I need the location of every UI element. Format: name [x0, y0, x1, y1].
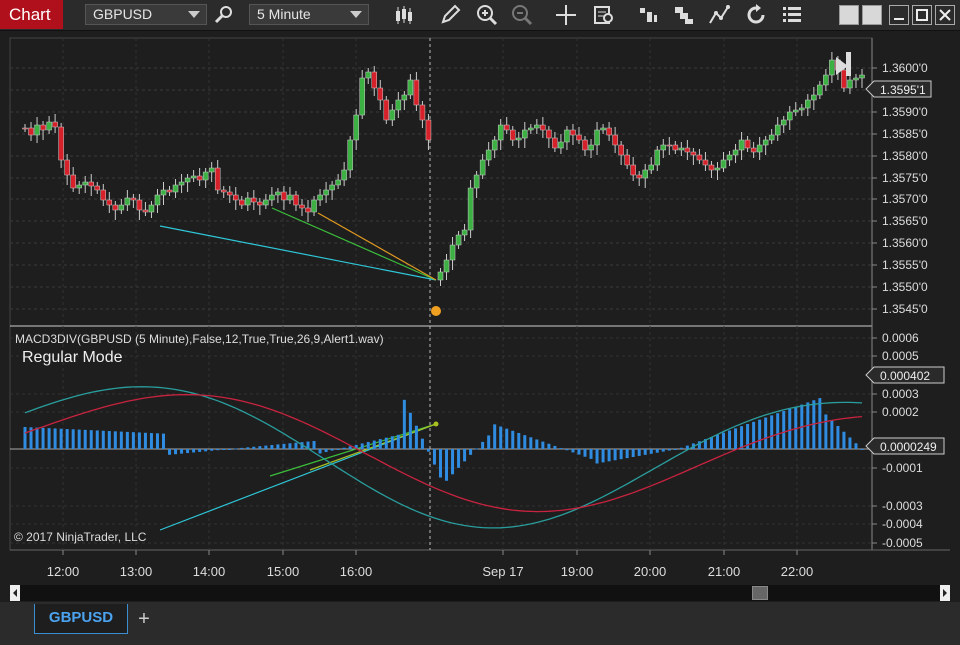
scroll-thumb[interactable] [752, 586, 768, 600]
macd-value-marker: 0.000402 [865, 366, 945, 384]
price-axis: 1.3600'01.3595'01.3590'01.3585'01.3580'0… [872, 61, 928, 316]
indicator-tick-label: 0.0005 [882, 349, 919, 363]
time-tick-label: 22:00 [781, 564, 814, 579]
time-tick-label: 15:00 [267, 564, 300, 579]
horizontal-scrollbar[interactable] [10, 585, 950, 601]
indicator-tick-label: 0.0002 [882, 405, 919, 419]
chart-area[interactable]: 1.3600'01.3595'01.3590'01.3585'01.3580'0… [0, 0, 960, 585]
time-tick-label: Sep 17 [482, 564, 523, 579]
indicator-tick-label: 0.0006 [882, 331, 919, 345]
arrow-right-icon [943, 589, 947, 597]
hist-value: 0.0000249 [880, 440, 937, 454]
indicator-tick-label: -0.0003 [882, 499, 923, 513]
indicator-tick-label: -0.0001 [882, 461, 923, 475]
time-tick-label: 12:00 [47, 564, 80, 579]
price-tick-label: 1.3600'0 [882, 61, 928, 75]
price-tick-label: 1.3575'0 [882, 171, 928, 185]
hist-value-marker: 0.0000249 [865, 437, 945, 455]
time-tick-label: 21:00 [708, 564, 741, 579]
price-tick-label: 1.3545'0 [882, 302, 928, 316]
price-tick-label: 1.3585'0 [882, 127, 928, 141]
time-tick-label: 19:00 [561, 564, 594, 579]
scroll-left-button[interactable] [10, 585, 20, 601]
last-price-marker: 1.3595'1 [865, 80, 932, 98]
arrow-left-icon [13, 589, 17, 597]
add-tab-button[interactable]: + [132, 607, 156, 631]
price-tick-label: 1.3550'0 [882, 280, 928, 294]
indicator-tick-label: -0.0005 [882, 536, 923, 550]
scroll-right-button[interactable] [940, 585, 950, 601]
tab-gbpusd[interactable]: GBPUSD [34, 604, 128, 634]
indicator-tick-label: -0.0004 [882, 517, 923, 531]
time-tick-label: 14:00 [193, 564, 226, 579]
mode-label: Regular Mode [22, 349, 123, 366]
last-price: 1.3595'1 [880, 83, 926, 97]
time-tick-label: 20:00 [634, 564, 667, 579]
alert-dot [431, 306, 441, 316]
macd-value: 0.000402 [880, 369, 930, 383]
price-tick-label: 1.3580'0 [882, 149, 928, 163]
price-tick-label: 1.3555'0 [882, 258, 928, 272]
copyright: © 2017 NinjaTrader, LLC [14, 530, 147, 544]
time-axis: 12:00 13:00 14:00 15:00 16:00 Sep 17 19:00 20:0… [47, 550, 814, 579]
indicator-tick-label: 0.0003 [882, 387, 919, 401]
time-tick-label: 16:00 [340, 564, 373, 579]
time-tick-label: 13:00 [120, 564, 153, 579]
indicator-label: MACD3DIV(GBPUSD (5 Minute),False,12,True… [15, 332, 384, 346]
price-tick-label: 1.3590'0 [882, 105, 928, 119]
price-tick-label: 1.3570'0 [882, 192, 928, 206]
price-tick-label: 1.3560'0 [882, 236, 928, 250]
price-tick-label: 1.3565'0 [882, 214, 928, 228]
